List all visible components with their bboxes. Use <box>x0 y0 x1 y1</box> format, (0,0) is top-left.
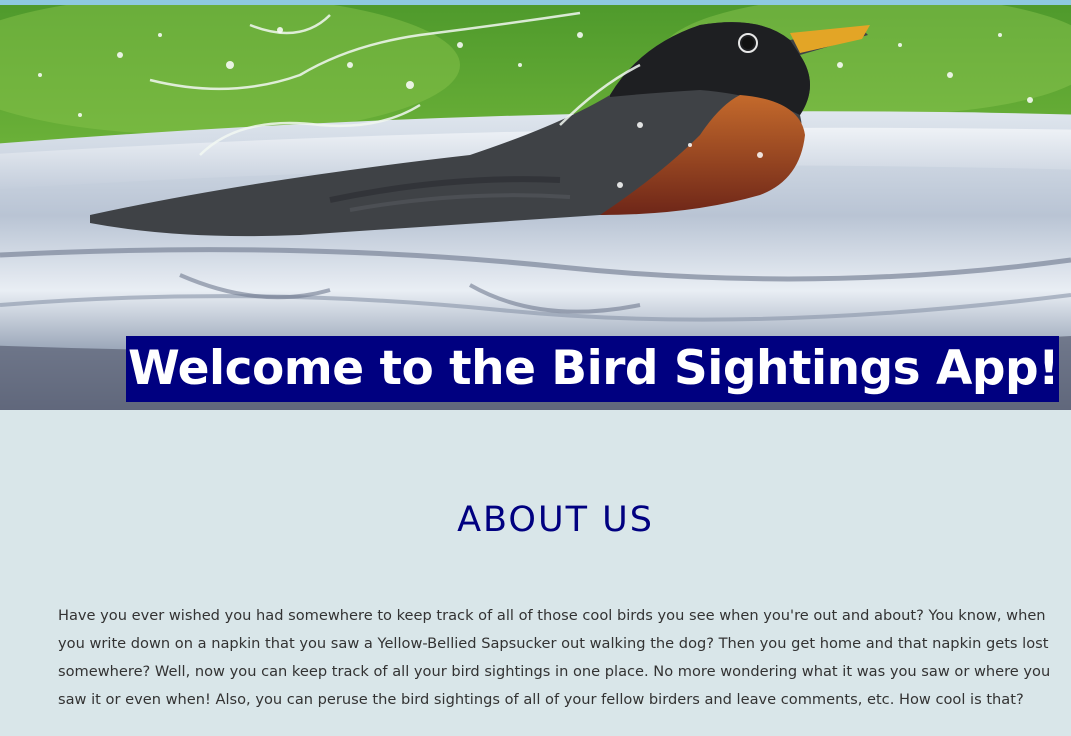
hero-banner: Welcome to the Bird Sightings App! <box>0 5 1071 410</box>
about-section: ABOUT US Have you ever wished you had so… <box>0 410 1071 736</box>
about-heading: ABOUT US <box>457 500 654 540</box>
hero-title: Welcome to the Bird Sightings App! <box>126 336 1060 402</box>
about-paragraph: Have you ever wished you had somewhere t… <box>58 607 1051 708</box>
